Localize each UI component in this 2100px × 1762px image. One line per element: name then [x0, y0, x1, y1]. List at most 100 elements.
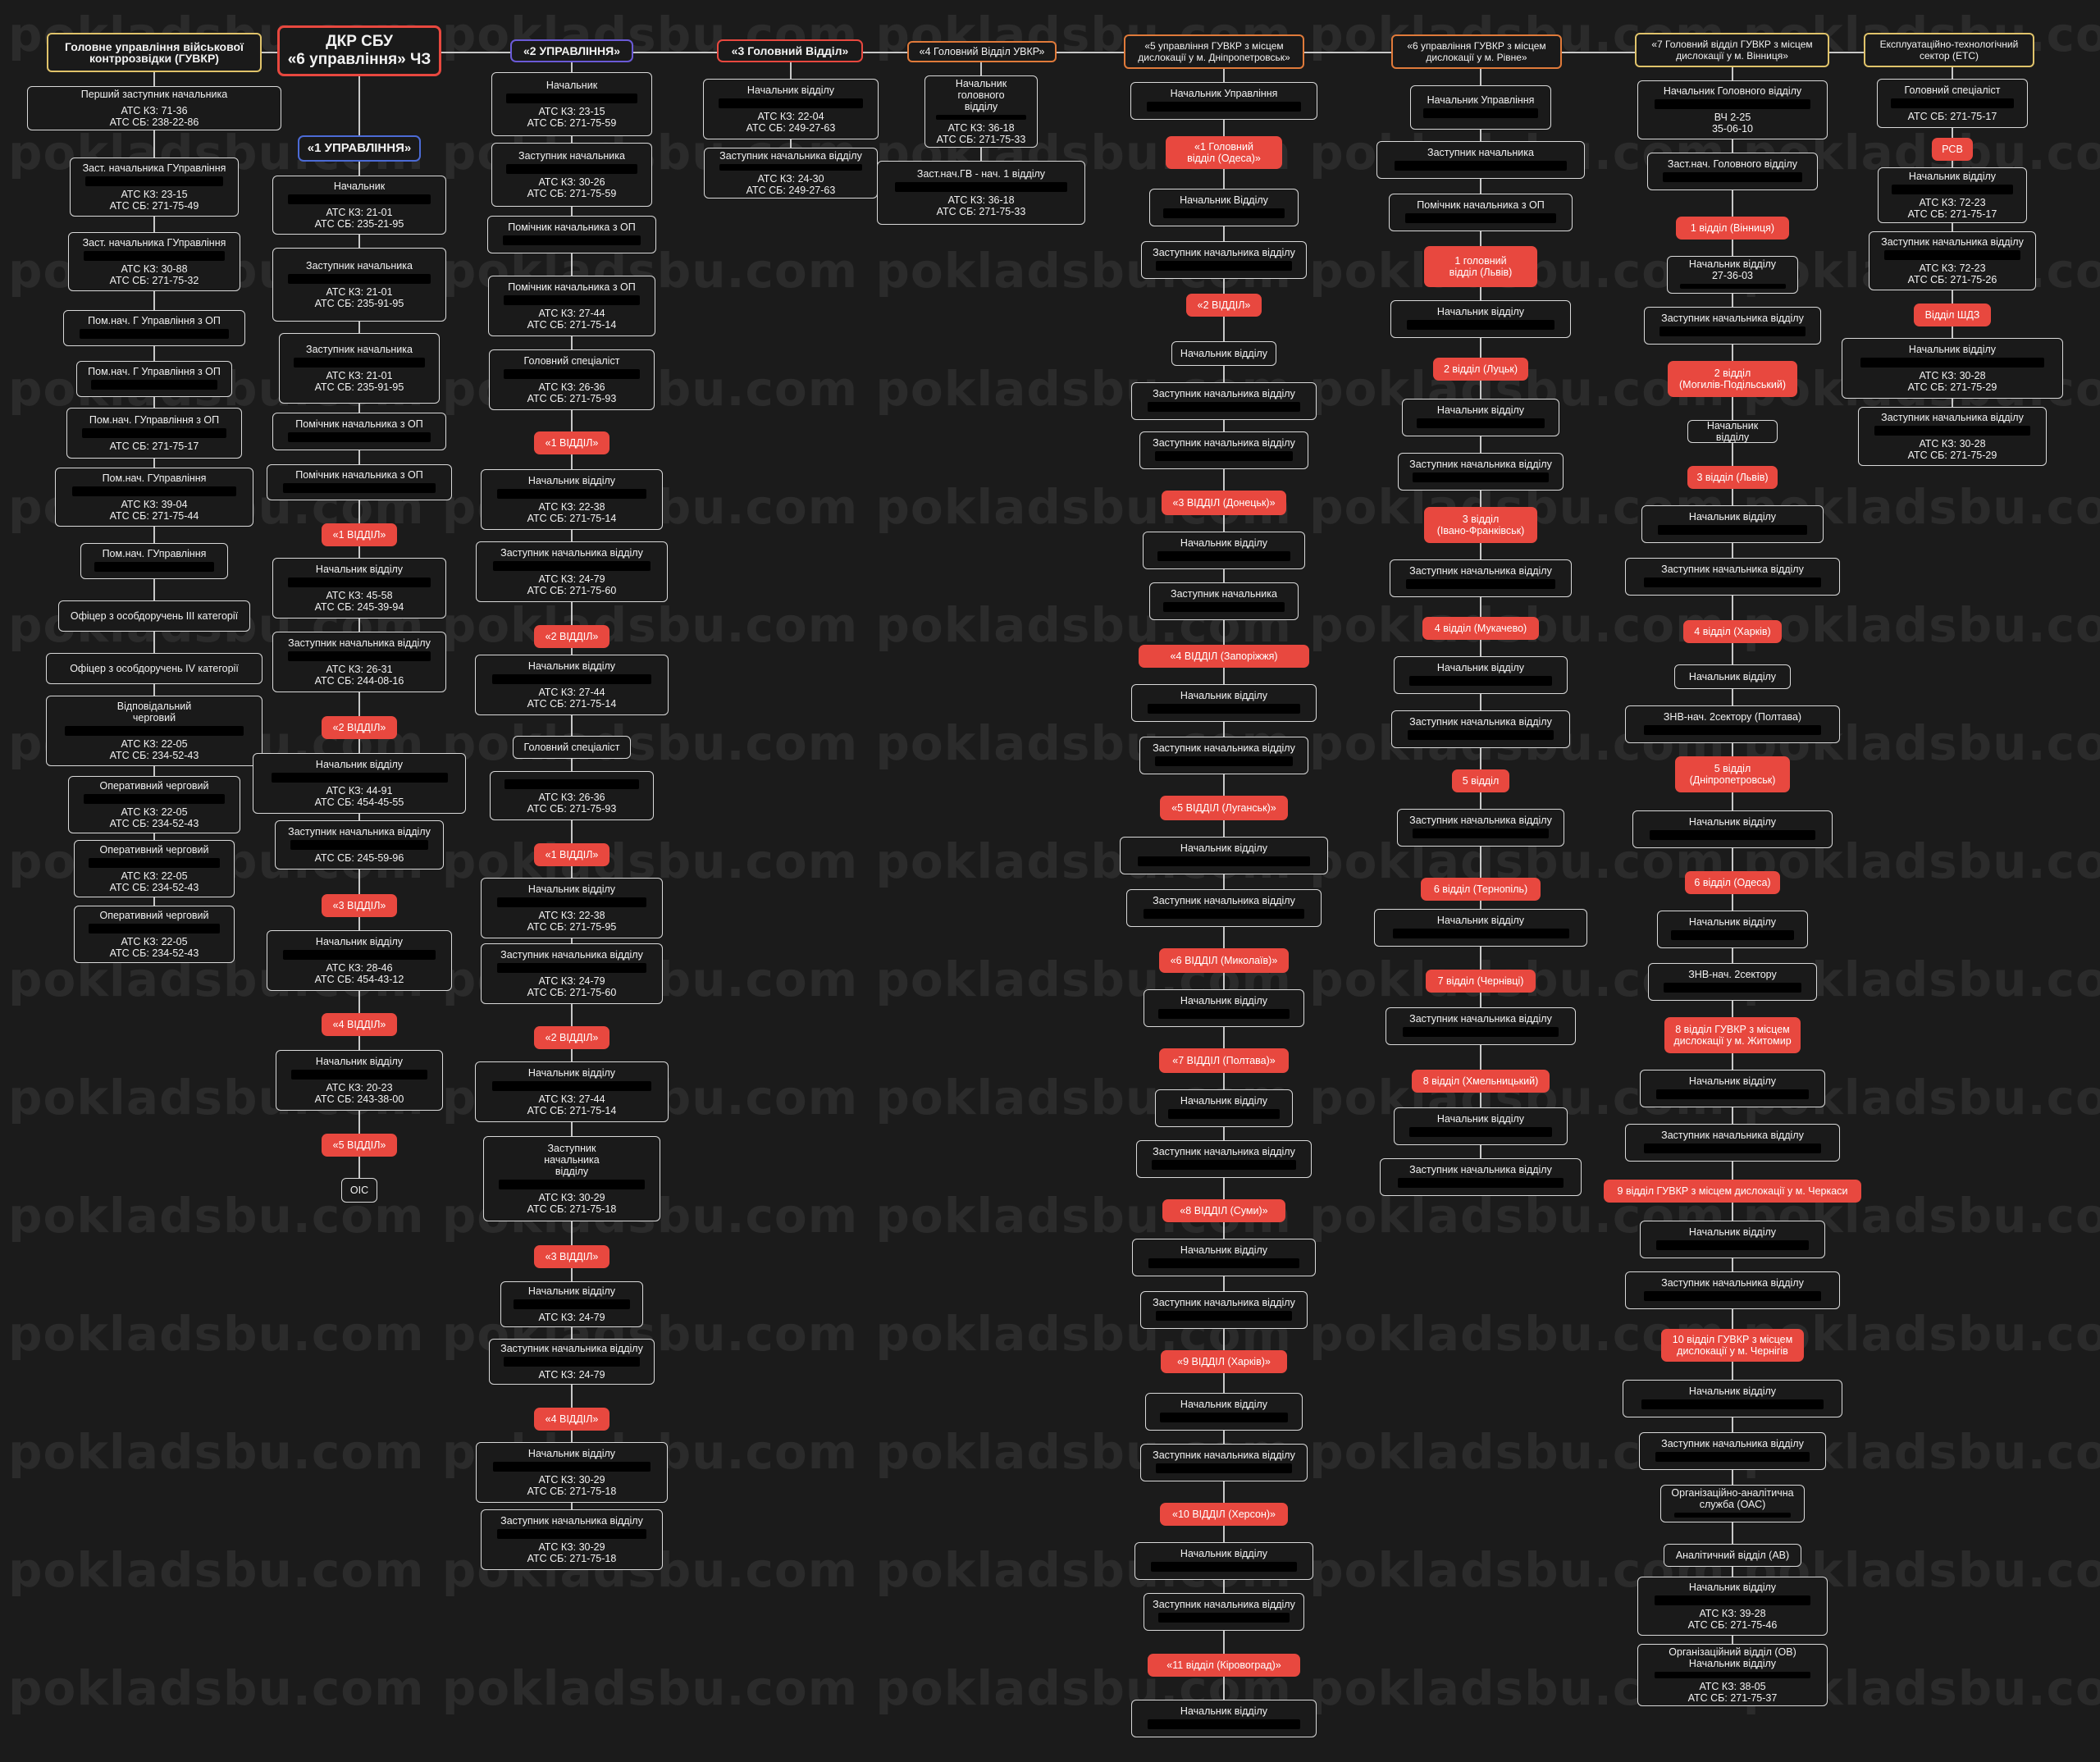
unit-4-відділ-запоріжжя[interactable]: «4 ВІДДІЛ (Запоріжжя)	[1139, 645, 1309, 668]
position-офіцер-з-особдоручень-ііі-категорії[interactable]: Офіцер з особдоручень ІІІ категорії	[58, 600, 250, 632]
unit-6-відділ-миколаїв[interactable]: «6 ВІДДІЛ (Миколаїв)»	[1159, 948, 1289, 973]
position-головний-спеціаліст[interactable]: Головний спеціаліст АТС КЗ: 26-36 АТС СБ:…	[489, 349, 655, 410]
unit-6-відділ-одеса[interactable]: 6 відділ (Одеса)	[1685, 871, 1780, 894]
unit-1-головний-відділ-львів[interactable]: 1 головний відділ (Львів)	[1424, 246, 1537, 287]
position-начальник-відділу[interactable]: Начальник відділу АТС КЗ: 27-44 АТС СБ: 2…	[475, 1061, 669, 1122]
unit-рсв[interactable]: РСВ	[1932, 138, 1973, 161]
position-начальник-головного-відділу[interactable]: Начальник головного відділу АТС КЗ: 36-18…	[924, 75, 1038, 148]
position-начальник[interactable]: Начальник АТС КЗ: 21-01 АТС СБ: 235-21-95	[272, 176, 446, 235]
gv4-header[interactable]: «4 Головний Відділ УВКР»	[907, 41, 1057, 62]
position-заступник-начальника-відділу[interactable]: Заступник начальника відділу	[1398, 453, 1564, 491]
position-заступник-начальника-відділу[interactable]: Заступник начальника відділу	[1136, 1140, 1312, 1178]
position-заступник-начальника-відділу[interactable]: Заступник начальника відділу	[1139, 737, 1308, 774]
position-заступник-начальника-відділу[interactable]: Заступник начальника відділу	[1139, 431, 1308, 469]
position-оперативний-черговий[interactable]: Оперативний черговий АТС КЗ: 22-05 АТС СБ…	[74, 906, 235, 963]
position-начальник-відділу[interactable]: Начальник відділу АТС КЗ: 22-38 АТС СБ: 2…	[481, 878, 663, 938]
position-помічник-начальника-з-оп[interactable]: Помічник начальника з ОП	[1389, 194, 1573, 231]
position-головний-спеціаліст[interactable]: Головний спеціаліст	[513, 736, 631, 759]
unit-8-відділ-суми[interactable]: «8 ВІДДІЛ (Суми)»	[1162, 1199, 1285, 1222]
unit-4-відділ[interactable]: «4 ВІДДІЛ»	[534, 1408, 609, 1431]
gur-header[interactable]: Головне управління військової контррозві…	[47, 33, 262, 72]
position-заступник-начальника-відділу[interactable]: Заступник начальника відділу АТС КЗ: 30-2…	[1858, 407, 2047, 466]
position-заступник-начальника-відділу[interactable]: Заступник начальника відділу	[1131, 382, 1317, 420]
position-пом.нач.-г-управління-з-оп[interactable]: Пом.нач. Г Управління з ОП	[76, 361, 232, 397]
position-помічник-начальника-з-оп[interactable]: Помічник начальника з ОП АТС КЗ: 27-44 АТ…	[488, 276, 655, 336]
position-начальник-відділу[interactable]: Начальник відділу	[1143, 532, 1305, 569]
position-заступник-начальника-відділу[interactable]: Заступник начальника відділу АТС КЗ: 24-7…	[476, 541, 668, 602]
position-начальник-відділу[interactable]: Начальник відділу	[1640, 1070, 1825, 1107]
position-заступник-начальника[interactable]: Заступник начальника АТС КЗ: 30-26 АТС СБ…	[491, 143, 652, 207]
unit-8-відділ-хмельницький[interactable]: 8 відділ (Хмельницький)	[1412, 1070, 1550, 1093]
unit-5-відділ-луганськ[interactable]: «5 ВІДДІЛ (Луганськ)»	[1160, 796, 1288, 820]
u5-header[interactable]: «5 управління ГУВКР з місцем дислокації …	[1124, 34, 1304, 69]
position-начальник-відділу[interactable]: Начальник відділу	[1402, 399, 1559, 436]
position-пом.нач.-гуправління[interactable]: Пом.нач. ГУправління АТС КЗ: 39-04 АТС СБ…	[55, 468, 253, 527]
position-начальник-відділу[interactable]: Начальник відділу	[1131, 1700, 1317, 1737]
position-начальник-відділу[interactable]: Начальник відділу	[1394, 1107, 1568, 1145]
position-начальник-головного-відділу[interactable]: Начальник Головного відділу ВЧ 2-25 35-06…	[1637, 80, 1828, 139]
position-начальник-відділу[interactable]: Начальник відділу	[1374, 909, 1587, 947]
position-заст.-начальника-гуправління[interactable]: Заст. начальника ГУправління АТС КЗ: 23-1…	[70, 157, 239, 217]
position-начальник-відділу[interactable]: Начальник відділу АТС КЗ: 20-23 АТС СБ: 2…	[276, 1050, 443, 1111]
unit-5-відділ[interactable]: 5 відділ	[1452, 769, 1509, 792]
unit-7-відділ-полтава[interactable]: «7 ВІДДІЛ (Полтава)»	[1159, 1048, 1289, 1073]
position-начальник-відділу[interactable]: Начальник відділу АТС КЗ: 22-04 АТС СБ: 2…	[703, 79, 879, 139]
position-начальник-управління[interactable]: Начальник Управління	[1130, 82, 1317, 120]
position-відповідальний-черговий[interactable]: Відповідальний черговий АТС КЗ: 22-05 АТС…	[46, 696, 262, 766]
position-головний-спеціаліст[interactable]: Головний спеціаліст АТС СБ: 271-75-17	[1877, 79, 2028, 128]
u2-header[interactable]: «2 УПРАВЛІННЯ»	[510, 39, 633, 62]
unit-6-відділ-тернопіль[interactable]: 6 відділ (Тернопіль)	[1421, 878, 1541, 901]
unit-10-відділ-гувкр-з-місцем-дислокації-у-м.[interactable]: 10 відділ ГУВКР з місцем дислокації у м.…	[1661, 1329, 1804, 1362]
unit-1-відділ[interactable]: «1 ВІДДІЛ»	[534, 431, 609, 454]
position-знв-нач.-2сектору[interactable]: ЗНВ-нач. 2сектору	[1648, 963, 1817, 1001]
unit-4-відділ[interactable]: «4 ВІДДІЛ»	[322, 1013, 397, 1036]
unit-3-відділ[interactable]: «3 ВІДДІЛ»	[322, 894, 397, 917]
position-начальник-відділу[interactable]: Начальник відділу	[1131, 684, 1317, 722]
position-начальник-відділу[interactable]: Начальник відділу	[1155, 1089, 1293, 1127]
position-заступник-начальника-відділу[interactable]: Заступник начальника відділу АТС КЗ: 72-2…	[1869, 231, 2036, 290]
position-заступник-начальника[interactable]: Заступник начальника	[1149, 582, 1299, 620]
unit-1-відділ-вінниця[interactable]: 1 відділ (Вінниця)	[1676, 217, 1789, 240]
position-начальник-відділу[interactable]: Начальник відділу	[1394, 656, 1568, 694]
position-пом.нач.-г-управління-з-оп[interactable]: Пом.нач. Г Управління з ОП	[63, 310, 245, 346]
position-начальник-відділу[interactable]: Начальник відділу	[1641, 505, 1824, 543]
position-заступник-начальника-відділу[interactable]: Заступник начальника відділу	[1625, 558, 1840, 596]
position-заступник-начальника-відділу[interactable]: Заступник начальника відділу	[1140, 1291, 1308, 1329]
position-заступник-начальника-відділу[interactable]: Заступник начальника відділу	[1141, 241, 1307, 279]
position-заступник-начальника-відділу[interactable]: Заступник начальника відділу	[1391, 710, 1570, 748]
position-заступник-начальника-відділу[interactable]: Заступник начальника відділу	[1126, 889, 1322, 927]
unit-5-відділ-дніпропетровськ[interactable]: 5 відділ (Дніпропетровськ)	[1675, 756, 1790, 792]
position-начальник-відділу[interactable]: Начальник відділу	[1171, 341, 1276, 366]
position-заступник-начальника-відділу[interactable]: Заступник начальника відділу	[1397, 809, 1564, 847]
position-начальник-відділу[interactable]: Начальник відділу	[1120, 837, 1328, 874]
position-node[interactable]: АТС КЗ: 26-36 АТС СБ: 271-75-93	[490, 771, 654, 820]
position-заступник-начальника-відділу[interactable]: Заступник начальника відділу	[1625, 1124, 1840, 1162]
position-начальник-відділу[interactable]: Начальник відділу АТС КЗ: 39-28 АТС СБ: 2…	[1637, 1577, 1828, 1636]
position-заступник-начальника-відділу[interactable]: Заступник начальника відділу АТС КЗ: 26-3…	[272, 632, 446, 692]
position-заступник-начальника-відділу[interactable]: Заступник начальника відділу	[1380, 1158, 1582, 1196]
position-перший-заступник-начальника[interactable]: Перший заступник начальника АТС КЗ: 71-36…	[27, 86, 281, 130]
position-помічник-начальника-з-оп[interactable]: Помічник начальника з ОП	[487, 216, 656, 253]
gv3-header[interactable]: «3 Головний Відділ»	[717, 39, 863, 62]
position-оперативний-черговий[interactable]: Оперативний черговий АТС КЗ: 22-05 АТС СБ…	[68, 776, 240, 833]
position-заступник-начальника[interactable]: Заступник начальника АТС КЗ: 21-01 АТС СБ…	[272, 248, 446, 322]
position-аналітичний-відділ-ав[interactable]: Аналітичний відділ (АВ)	[1664, 1544, 1801, 1567]
unit-1-головний-відділ-одеса[interactable]: «1 Головний відділ (Одеса)»	[1166, 136, 1282, 169]
unit-3-відділ-донецьк[interactable]: «3 ВІДДІЛ (Донецьк)»	[1162, 491, 1286, 515]
position-начальник-відділу[interactable]: Начальник відділу АТС КЗ: 30-28 АТС СБ: 2…	[1842, 338, 2063, 399]
position-заступник-начальника-відділу[interactable]: Заступник начальника відділу	[1390, 559, 1572, 597]
position-начальник-відділу[interactable]: Начальник відділу	[1632, 810, 1833, 848]
position-заступник-начальника-відділу[interactable]: Заступник начальника відділу	[1144, 1593, 1304, 1631]
position-начальник-управління[interactable]: Начальник Управління	[1410, 85, 1551, 130]
position-начальник-відділу[interactable]: Начальник відділу	[1145, 1393, 1303, 1431]
position-заступник-начальника-відділу[interactable]: Заступник начальника відділу АТС СБ: 245-…	[275, 820, 444, 870]
unit-3-відділ-івано-франківськ[interactable]: 3 відділ (Івано-Франківськ)	[1424, 507, 1537, 543]
position-заступник-начальника-відділу[interactable]: Заступник начальника відділу АТС КЗ: 24-7…	[489, 1339, 655, 1385]
position-начальник-відділу[interactable]: Начальник відділу	[1144, 989, 1304, 1027]
position-начальник-відділу[interactable]: Начальник відділу	[1640, 1221, 1825, 1258]
position-заступник-начальника-відділу[interactable]: Заступник начальника відділу АТС КЗ: 30-2…	[483, 1136, 660, 1221]
unit-9-відділ-харків[interactable]: «9 ВІДДІЛ (Харків)»	[1161, 1350, 1287, 1373]
position-начальник-відділу[interactable]: Начальник відділу АТС КЗ: 44-91 АТС СБ: 4…	[253, 753, 466, 814]
unit-10-відділ-херсон[interactable]: «10 ВІДДІЛ (Херсон)»	[1160, 1503, 1288, 1526]
position-пом.нач.-гуправління[interactable]: Пом.нач. ГУправління	[80, 543, 228, 579]
